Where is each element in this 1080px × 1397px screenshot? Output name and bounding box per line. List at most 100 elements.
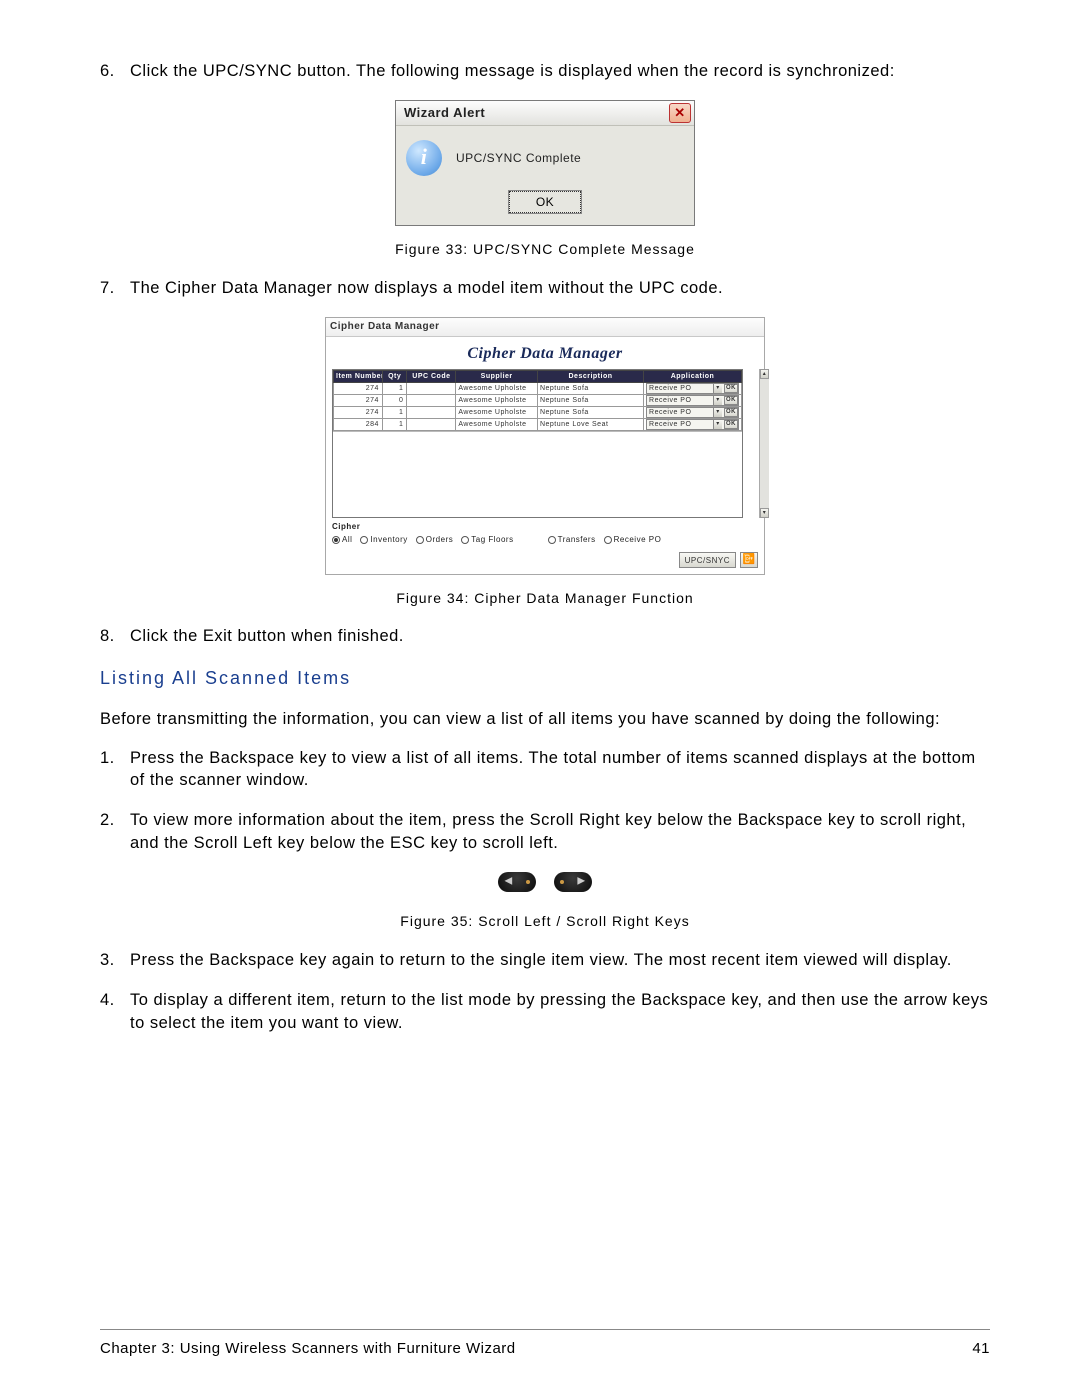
table-header-row: Item Number Qty UPC Code Supplier Descri… [334,370,742,382]
chevron-down-icon[interactable]: ▾ [713,408,722,417]
cell-app: Receive PO ▾ OK [644,382,742,394]
cell-supplier: Awesome Upholste [456,394,538,406]
list-item: 3. Press the Backspace key again to retu… [100,949,990,971]
cell-qty: 1 [382,382,406,394]
radio-icon [604,536,612,544]
close-button[interactable]: ✕ [669,103,691,123]
list-number: 6. [100,60,130,82]
cell-qty: 1 [382,406,406,418]
table-row: 284 1 Awesome Upholste Neptune Love Seat… [334,418,742,430]
key-dot-icon [526,880,530,884]
list-text: Press the Backspace key to view a list o… [130,747,990,792]
radio-icon [332,536,340,544]
radio-transfers[interactable]: Transfers [548,535,596,546]
ok-button[interactable]: OK [509,191,581,213]
radio-icon [416,536,424,544]
dialog-title: Wizard Alert [404,104,485,122]
list-text: The Cipher Data Manager now displays a m… [130,277,990,299]
radio-icon [461,536,469,544]
chevron-down-icon[interactable]: ▾ [713,396,722,405]
wizard-alert-dialog: Wizard Alert ✕ UPC/SYNC Complete OK [395,100,695,226]
footer-page-number: 41 [972,1340,990,1357]
col-description: Description [537,370,643,382]
cell-qty: 0 [382,394,406,406]
footer-chapter: Chapter 3: Using Wireless Scanners with … [100,1340,516,1357]
radio-tag-floors[interactable]: Tag Floors [461,535,513,546]
cipher-data-manager-window: Cipher Data Manager Cipher Data Manager … [325,317,765,574]
upc-sync-button[interactable]: UPC/SNYC [679,552,736,568]
app-select[interactable]: Receive PO [647,420,713,429]
row-ok-button[interactable]: OK [724,420,738,429]
dialog-titlebar: Wizard Alert ✕ [396,101,694,126]
scroll-up-button[interactable]: ▴ [760,369,769,379]
vertical-scrollbar[interactable]: ▴ ▾ [759,369,769,518]
row-ok-button[interactable]: OK [724,408,738,417]
list-text: Click the Exit button when finished. [130,625,990,647]
scroll-keys-figure: ◀ ▶ [100,872,990,898]
scroll-track[interactable] [760,379,769,508]
scroll-right-key-icon: ▶ [554,872,592,892]
radio-icon [360,536,368,544]
list-number: 7. [100,277,130,299]
window-titlebar: Cipher Data Manager [326,318,764,337]
cell-supplier: Awesome Upholste [456,406,538,418]
radio-all[interactable]: All [332,535,352,546]
list-item: 1. Press the Backspace key to view a lis… [100,747,990,792]
dialog-message: UPC/SYNC Complete [456,150,581,166]
cell-app: Receive PO ▾ OK [644,418,742,430]
cell-desc: Neptune Sofa [537,394,643,406]
table-row: 274 0 Awesome Upholste Neptune Sofa Rece… [334,394,742,406]
chevron-down-icon[interactable]: ▾ [713,384,722,393]
cell-app: Receive PO ▾ OK [644,394,742,406]
table-empty-area [333,431,742,517]
data-table: Item Number Qty UPC Code Supplier Descri… [332,369,743,518]
cell-item: 274 [334,394,383,406]
cell-item: 284 [334,418,383,430]
list-item: 6. Click the UPC/SYNC button. The follow… [100,60,990,82]
exit-button[interactable]: 📴 [740,552,758,568]
cell-item: 274 [334,382,383,394]
app-select[interactable]: Receive PO [647,384,713,393]
figure-caption: Figure 33: UPC/SYNC Complete Message [100,240,990,259]
col-application: Application [644,370,742,382]
radio-icon [548,536,556,544]
list-text: To view more information about the item,… [130,809,990,854]
cell-desc: Neptune Sofa [537,382,643,394]
cell-desc: Neptune Love Seat [537,418,643,430]
list-text: Press the Backspace key again to return … [130,949,990,971]
filter-radio-group: All Inventory Orders Tag Floors Transfer… [332,535,758,546]
table-row: 274 1 Awesome Upholste Neptune Sofa Rece… [334,382,742,394]
radio-orders[interactable]: Orders [416,535,453,546]
section-heading: Listing All Scanned Items [100,666,990,690]
cell-upc [407,394,456,406]
col-item-number: Item Number [334,370,383,382]
close-icon: ✕ [674,104,685,122]
group-label: Cipher [332,522,758,533]
cell-upc [407,418,456,430]
list-number: 4. [100,989,130,1034]
figure-caption: Figure 34: Cipher Data Manager Function [100,589,990,608]
list-number: 1. [100,747,130,792]
radio-inventory[interactable]: Inventory [360,535,407,546]
chevron-down-icon[interactable]: ▾ [713,420,722,429]
list-item: 7. The Cipher Data Manager now displays … [100,277,990,299]
app-select[interactable]: Receive PO [647,396,713,405]
scroll-down-button[interactable]: ▾ [760,508,769,518]
scroll-left-key-icon: ◀ [498,872,536,892]
key-dot-icon [560,880,564,884]
arrow-right-icon: ▶ [577,874,585,888]
row-ok-button[interactable]: OK [724,384,738,393]
col-qty: Qty [382,370,406,382]
app-select[interactable]: Receive PO [647,408,713,417]
list-text: Click the UPC/SYNC button. The following… [130,60,990,82]
list-number: 2. [100,809,130,854]
paragraph: Before transmitting the information, you… [100,708,990,730]
list-item: 2. To view more information about the it… [100,809,990,854]
cell-upc [407,406,456,418]
radio-receive-po[interactable]: Receive PO [604,535,662,546]
arrow-left-icon: ◀ [504,874,512,888]
info-icon [406,140,442,176]
row-ok-button[interactable]: OK [724,396,738,405]
cell-item: 274 [334,406,383,418]
list-item: 4. To display a different item, return t… [100,989,990,1034]
